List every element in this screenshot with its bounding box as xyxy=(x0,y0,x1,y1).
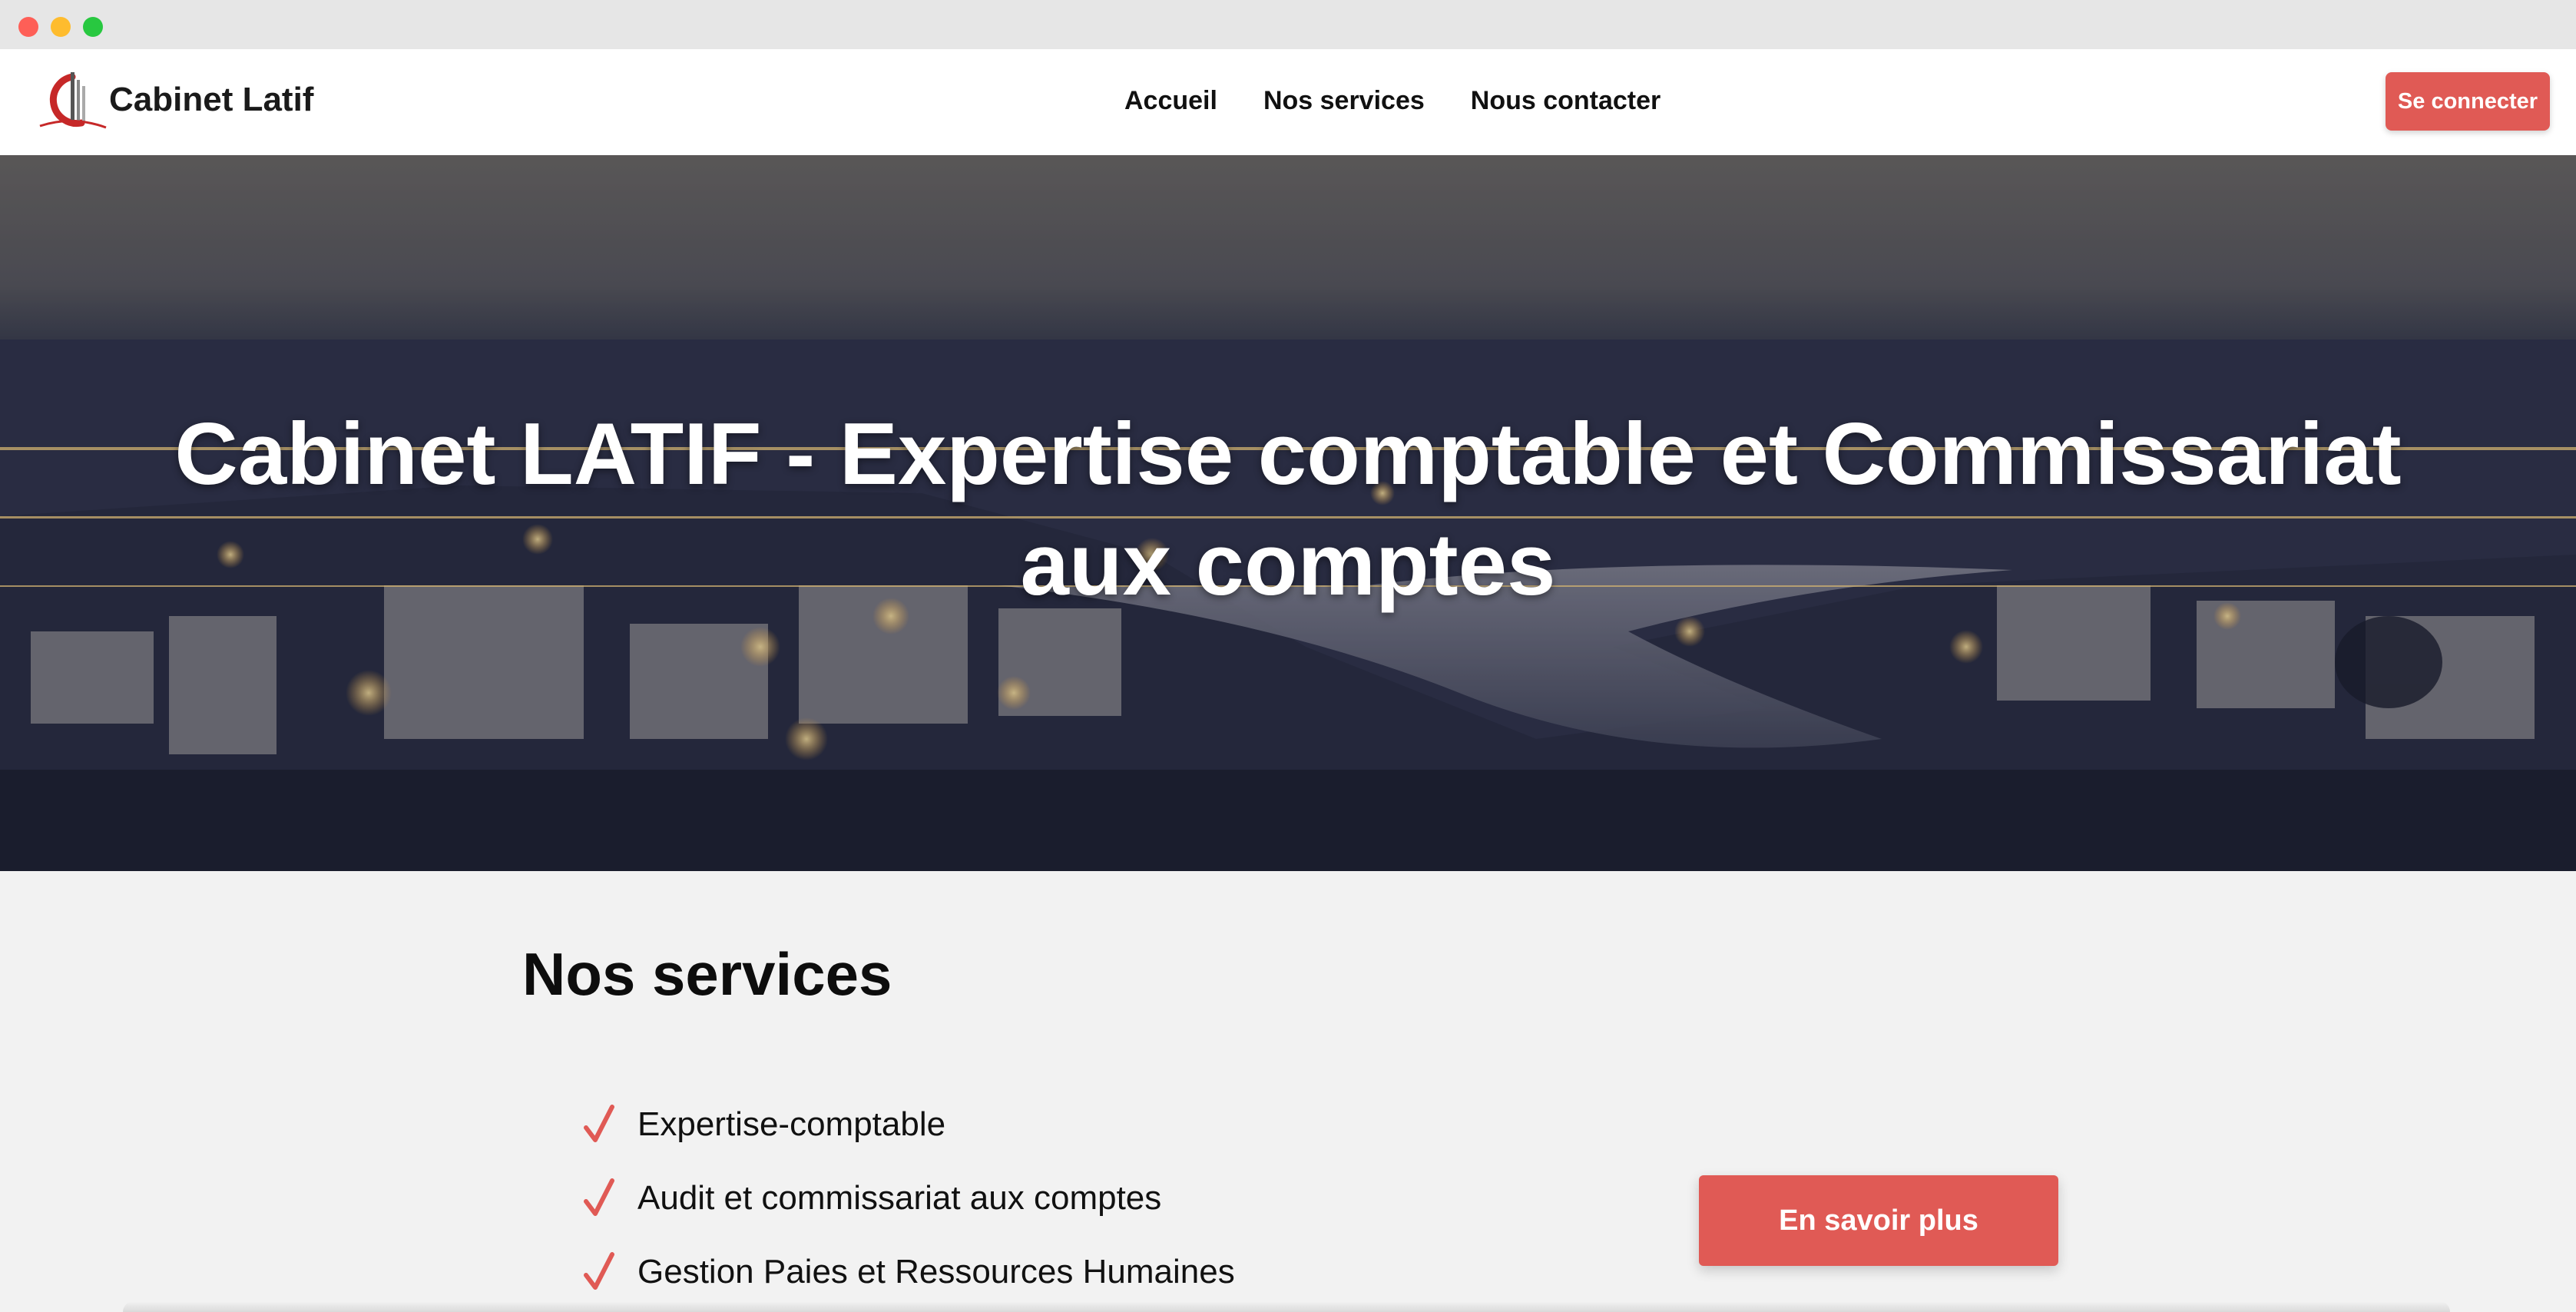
hero-banner: Cabinet LATIF - Expertise comptable et C… xyxy=(0,155,2576,871)
service-label: Audit et commissariat aux comptes xyxy=(637,1179,1162,1217)
site-header: Cabinet Latif Accueil Nos services Nous … xyxy=(0,49,2576,155)
close-window-button[interactable] xyxy=(18,17,38,37)
nav-link-nos-services[interactable]: Nos services xyxy=(1263,81,1425,120)
list-item: Expertise-comptable xyxy=(584,1088,1235,1161)
checkmark-icon xyxy=(584,1252,614,1290)
checkmark-icon xyxy=(584,1105,614,1142)
card-shadow-edge xyxy=(123,1301,2450,1312)
services-section: Nos services Expertise-comptable Audit e… xyxy=(0,871,2576,1312)
checkmark-icon xyxy=(584,1178,614,1216)
nav-link-accueil[interactable]: Accueil xyxy=(1124,81,1217,120)
maximize-window-button[interactable] xyxy=(83,17,103,37)
brand-name[interactable]: Cabinet Latif xyxy=(109,77,313,123)
learn-more-button[interactable]: En savoir plus xyxy=(1699,1175,2058,1266)
services-list: Expertise-comptable Audit et commissaria… xyxy=(584,1088,1235,1309)
nav-link-nous-contacter[interactable]: Nous contacter xyxy=(1471,81,1661,120)
service-label: Gestion Paies et Ressources Humaines xyxy=(637,1253,1235,1290)
list-item: Audit et commissariat aux comptes xyxy=(584,1161,1235,1235)
cl-monogram-logo-icon[interactable] xyxy=(35,66,109,135)
window-titlebar xyxy=(0,0,2576,49)
login-button[interactable]: Se connecter xyxy=(2386,72,2550,131)
service-label: Expertise-comptable xyxy=(637,1105,946,1143)
hero-title: Cabinet LATIF - Expertise comptable et C… xyxy=(174,406,2402,614)
list-item: Gestion Paies et Ressources Humaines xyxy=(584,1235,1235,1309)
minimize-window-button[interactable] xyxy=(51,17,71,37)
main-nav: Accueil Nos services Nous contacter xyxy=(1124,81,1660,120)
services-heading: Nos services xyxy=(522,940,892,1008)
